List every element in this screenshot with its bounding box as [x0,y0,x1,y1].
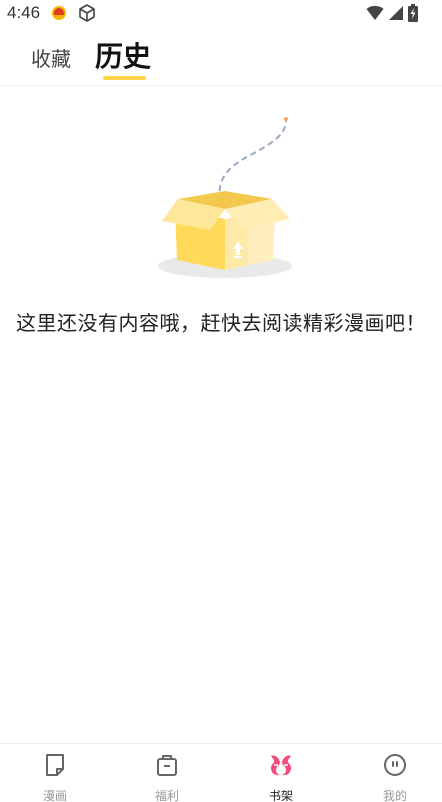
top-tab-bar: 收藏 历史 [0,26,442,86]
tab-history[interactable]: 历史 [95,35,151,75]
nav-label-bookshelf: 书架 [268,789,293,802]
status-bar: 4:46 [0,0,442,26]
nav-item-comics[interactable]: 漫画 [0,744,110,802]
active-tab-indicator [103,76,146,80]
bookshelf-icon [268,752,294,778]
notification-app-icon [51,5,67,25]
tab-favorites[interactable]: 收藏 [31,43,71,72]
nav-item-bookshelf[interactable]: 书架 [226,744,336,802]
nav-item-profile[interactable]: 我的 [340,744,442,802]
gift-bag-icon [154,752,180,778]
nav-label-welfare: 福利 [154,789,179,802]
status-time: 4:46 [7,3,41,22]
cellular-signal-icon [388,5,404,25]
wifi-icon [366,5,384,25]
bottom-nav-bar: 漫画 福利 书架 我的 [0,743,442,802]
empty-state-message: 这里还没有内容哦，赶快去阅读精彩漫画吧！ [16,311,426,335]
nav-label-comics: 漫画 [42,789,67,802]
nav-item-welfare[interactable]: 福利 [112,744,222,802]
status-right-icons [366,4,418,26]
comic-icon [42,752,68,778]
profile-icon [382,752,408,778]
cube-icon [77,3,97,27]
nav-label-profile: 我的 [382,789,407,802]
empty-box-illustration [150,113,300,283]
battery-charging-icon [408,4,418,26]
